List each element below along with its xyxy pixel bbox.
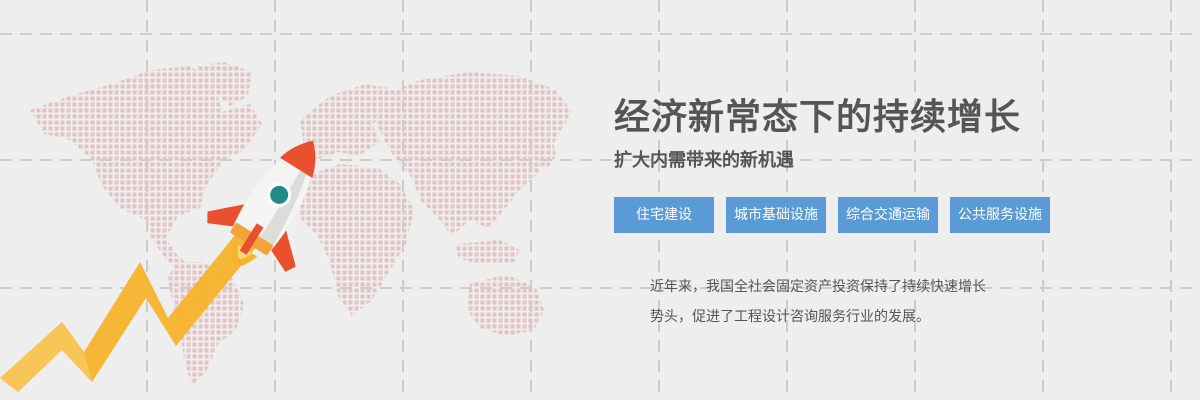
tag-urban-infrastructure[interactable]: 城市基础设施 <box>726 197 826 233</box>
category-tags: 住宅建设 城市基础设施 综合交通运输 公共服务设施 <box>614 197 1174 233</box>
description-line: 势头，促进了工程设计咨询服务行业的发展。 <box>650 309 930 325</box>
tag-integrated-transport[interactable]: 综合交通运输 <box>838 197 938 233</box>
banner-description: 近年来，我国全社会固定资产投资保持了持续快速增长 势头，促进了工程设计咨询服务行… <box>650 272 1070 332</box>
banner-content: 经济新常态下的持续增长 扩大内需带来的新机遇 住宅建设 城市基础设施 综合交通运… <box>614 94 1174 325</box>
banner-subheadline: 扩大内需带来的新机遇 <box>614 150 794 171</box>
growth-arrow-graphic <box>0 214 270 392</box>
banner-headline: 经济新常态下的持续增长 <box>614 97 1022 138</box>
hero-banner: 经济新常态下的持续增长 扩大内需带来的新机遇 住宅建设 城市基础设施 综合交通运… <box>0 0 1200 400</box>
description-line: 近年来，我国全社会固定资产投资保持了持续快速增长 <box>650 279 986 295</box>
tag-residential-construction[interactable]: 住宅建设 <box>614 197 714 233</box>
tag-public-service-facilities[interactable]: 公共服务设施 <box>950 197 1050 233</box>
